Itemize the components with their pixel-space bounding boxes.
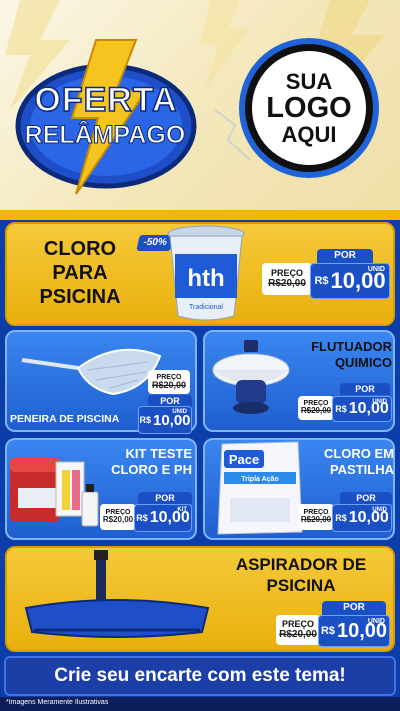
old-price: R$20,00 (151, 379, 187, 390)
flyer-page: OFERTA RELÂMPAGO SUA LOGO AQUI CLORO PAR… (0, 0, 400, 711)
currency: R$ (136, 513, 148, 523)
logo-placeholder: SUA LOGO AQUI (245, 44, 373, 172)
old-price: R$20,00 (102, 515, 134, 525)
preco-label: PREÇO (270, 268, 303, 278)
old-price-box: PREÇO R$20,00 (276, 615, 320, 645)
new-price-box: R$ 10,00 UNID (318, 615, 390, 647)
new-price-box: R$ 10,00 UNID (310, 263, 390, 299)
unit-label: UNID (372, 399, 387, 405)
svg-text:Tripla Ação: Tripla Ação (241, 476, 278, 483)
new-price-box: R$ 10,00 UNID (332, 396, 392, 422)
unit-label: UNID (172, 409, 187, 415)
preco-label: PREÇO (281, 619, 314, 629)
svg-text:Pace: Pace (229, 452, 259, 467)
currency: R$ (335, 404, 347, 414)
por-label: POR (340, 492, 392, 504)
product-title: PENEIRA DE PISCINA (10, 413, 120, 425)
product-title-l2: PARA (52, 262, 108, 284)
unit-label: UNID (367, 618, 385, 625)
chlorine-tablet-bag-icon: Pace Tripla Ação (217, 441, 303, 535)
cta-banner[interactable]: Crie seu encarte com este tema! (4, 656, 396, 696)
old-price-box: PREÇO R$20,00 (298, 504, 334, 530)
por-label: POR (340, 383, 390, 395)
old-price: R$20,00 (268, 278, 306, 289)
disclaimer-text: *Imagens Meramente Ilustrativas (6, 699, 109, 706)
old-price: R$20,00 (300, 515, 332, 525)
product-title-l1: KIT TESTE (125, 446, 192, 461)
badge-line1: OFERTA (34, 80, 178, 119)
por-label: POR (317, 249, 373, 263)
currency: R$ (320, 625, 335, 637)
product-title-l1: FLUTUADOR (311, 339, 392, 354)
pool-vacuum-head-icon (24, 550, 210, 638)
unit-label: UNID (367, 266, 385, 273)
test-kit-icon (10, 458, 99, 527)
old-price: R$20,00 (300, 406, 332, 416)
chemical-floater-icon (212, 340, 290, 414)
logo-line2: LOGO (266, 91, 352, 124)
product-title-l2: CLORO E PH (111, 462, 192, 477)
old-price-box: PREÇO R$20,00 (298, 396, 334, 420)
old-price-box: PREÇO R$20,00 (148, 370, 190, 394)
badge-line2: RELÂMPAGO (24, 121, 186, 149)
logo-line3: AQUI (281, 122, 337, 148)
header: OFERTA RELÂMPAGO SUA LOGO AQUI (0, 0, 400, 218)
header-stripe (0, 210, 400, 220)
old-price: R$20,00 (279, 629, 317, 640)
product-title-l2: PASTILHA (329, 462, 394, 477)
currency: R$ (335, 513, 347, 523)
chlorine-bucket-icon: hth Tradicional (167, 225, 245, 321)
product-title-l1: CLORO EM (323, 446, 394, 461)
old-price-box: PREÇO R$20,00 (100, 504, 136, 530)
new-price-box: R$ 10,00 KIT (134, 504, 192, 532)
product-title-l1: ASPIRADOR DE (235, 555, 367, 574)
logo-line1: SUA (285, 68, 333, 94)
por-label: POR (138, 492, 192, 504)
currency: R$ (139, 415, 151, 425)
currency: R$ (314, 275, 329, 287)
pool-skimmer-icon (21, 348, 162, 396)
new-price-box: R$ 10,00 UNID (332, 504, 392, 532)
por-label: POR (322, 601, 386, 615)
old-price-box: PREÇO R$20,00 (262, 263, 312, 295)
product-title-l1: CLORO (43, 238, 117, 260)
unit-label: KIT (177, 507, 187, 513)
oferta-relampago-badge: OFERTA RELÂMPAGO (6, 36, 206, 196)
product-title-l2: PSICINA (266, 576, 336, 595)
product-title-l2: QUIMICO (334, 355, 392, 370)
new-price-box: R$ 10,00 UNID (138, 406, 192, 434)
product-title-l3: PSICINA (39, 286, 121, 308)
unit-label: UNID (372, 507, 387, 513)
svg-text:Tradicional: Tradicional (189, 304, 223, 311)
svg-text:hth: hth (187, 265, 224, 292)
